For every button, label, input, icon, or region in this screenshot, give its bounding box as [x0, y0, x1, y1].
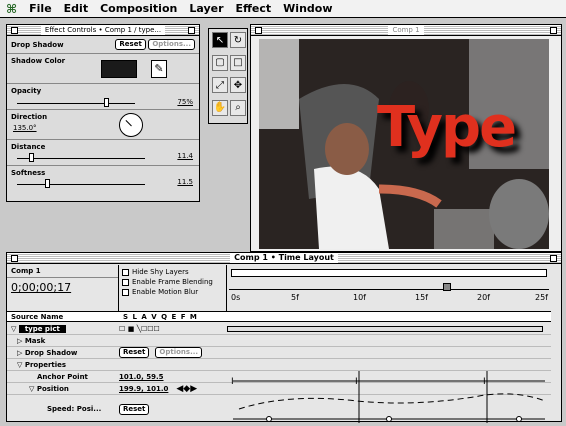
- comp-close-box-icon[interactable]: [255, 27, 262, 34]
- type-layer-text[interactable]: Type: [377, 95, 517, 160]
- keyframe-graph[interactable]: I I I: [229, 371, 551, 423]
- comp-label: Comp 1: [7, 265, 118, 278]
- drop-shadow-reset-button[interactable]: Reset: [119, 347, 150, 358]
- selection-tool-icon[interactable]: ↖: [212, 32, 228, 48]
- zoom-box-icon[interactable]: [188, 27, 195, 34]
- distance-value[interactable]: 11.4: [177, 152, 193, 160]
- drop-shadow-row[interactable]: ▷ Drop Shadow Reset Options...: [7, 347, 551, 359]
- work-area-bar[interactable]: [231, 269, 547, 277]
- direction-dial-hand: [125, 119, 132, 127]
- time-layout-window: Comp 1 • Time Layout Comp 1 0;00;00;17 H…: [6, 252, 562, 423]
- softness-label: Softness: [11, 169, 46, 177]
- menu-composition[interactable]: Composition: [100, 2, 177, 15]
- effect-controls-title: Effect Controls • Comp 1 / type...: [40, 25, 166, 35]
- anchor-point-label: Anchor Point: [37, 372, 88, 381]
- mask-row[interactable]: ▷ Mask: [7, 335, 551, 347]
- drop-shadow-options-button[interactable]: Options...: [155, 347, 203, 358]
- distance-slider-track[interactable]: [17, 158, 145, 159]
- anchor-point-value[interactable]: 101.0, 59.5: [119, 373, 164, 381]
- distance-label: Distance: [11, 143, 46, 151]
- rotate-tool-icon[interactable]: ↻: [230, 32, 246, 48]
- zoom-tool-icon[interactable]: ⌕: [230, 99, 246, 116]
- ruler-label-10f: 10f: [353, 293, 366, 302]
- softness-value[interactable]: 11.5: [177, 178, 193, 186]
- time-ruler[interactable]: 0s 5f 10f 15f 20f 25f: [229, 267, 551, 311]
- frame-blending-label: Enable Frame Blending: [132, 278, 213, 286]
- opacity-value[interactable]: 75%: [177, 98, 193, 106]
- timeline-close-box-icon[interactable]: [11, 255, 18, 262]
- reset-button[interactable]: Reset: [115, 39, 146, 50]
- ruler-label-20f: 20f: [477, 293, 490, 302]
- pen-tool-icon[interactable]: ⤢: [212, 77, 228, 93]
- hide-shy-checkbox[interactable]: [122, 268, 129, 276]
- properties-label: Properties: [24, 360, 67, 369]
- comp-zoom-box-icon[interactable]: [550, 27, 557, 34]
- menu-bar: ⌘ File Edit Composition Layer Effect Win…: [0, 0, 566, 18]
- distance-slider-knob[interactable]: [29, 153, 34, 162]
- softness-slider-knob[interactable]: [45, 179, 50, 188]
- switches-header: S L A V Q E F M: [123, 312, 198, 321]
- speed-label: Speed: Posi...: [47, 405, 102, 413]
- layer-row[interactable]: ▽ type pict ☐ ■ ╲☐☐☐: [7, 323, 551, 335]
- effect-name: Drop Shadow: [11, 40, 64, 49]
- keyframe-nav-icon[interactable]: ◀◆▶: [176, 384, 197, 394]
- oval-mask-tool-icon[interactable]: □: [230, 54, 246, 71]
- rectangle-mask-tool-icon[interactable]: ▢: [212, 54, 228, 71]
- menu-window[interactable]: Window: [283, 2, 332, 15]
- keyframe-marker: I: [483, 377, 486, 387]
- close-box-icon[interactable]: [11, 27, 18, 34]
- direction-value[interactable]: 135.0°: [13, 124, 37, 132]
- shadow-color-label: Shadow Color: [11, 57, 66, 65]
- menu-layer[interactable]: Layer: [189, 2, 223, 15]
- time-layout-title: Comp 1 • Time Layout: [230, 253, 338, 263]
- layer-name[interactable]: type pict: [18, 324, 66, 333]
- comp-titlebar[interactable]: Comp 1: [251, 25, 561, 36]
- position-label: Position: [36, 384, 69, 393]
- comp-viewer[interactable]: Type: [259, 39, 549, 249]
- ruler-label-5f: 5f: [291, 293, 299, 302]
- opacity-label: Opacity: [11, 87, 42, 95]
- direction-dial[interactable]: [119, 113, 143, 137]
- ruler-label-15f: 15f: [415, 293, 428, 302]
- mask-label: Mask: [24, 336, 46, 345]
- comp-title: Comp 1: [388, 25, 424, 35]
- ruler-label-0: 0s: [231, 293, 241, 302]
- comp-window: Comp 1 Type: [250, 24, 562, 252]
- effect-controls-titlebar[interactable]: Effect Controls • Comp 1 / type...: [7, 25, 199, 36]
- apple-menu-icon[interactable]: ⌘: [6, 2, 17, 16]
- drop-shadow-label: Drop Shadow: [24, 348, 78, 357]
- keyframe-marker: I: [355, 377, 358, 387]
- hide-shy-label: Hide Shy Layers: [132, 268, 189, 276]
- layer-duration-bar[interactable]: [227, 325, 543, 332]
- source-name-header: Source Name: [11, 312, 64, 321]
- pan-behind-tool-icon[interactable]: ✥: [230, 77, 246, 93]
- menu-effect[interactable]: Effect: [236, 2, 272, 15]
- options-button[interactable]: Options...: [148, 39, 195, 50]
- timeline-zoom-box-icon[interactable]: [550, 255, 557, 262]
- shadow-color-swatch[interactable]: [101, 60, 137, 78]
- time-layout-titlebar[interactable]: Comp 1 • Time Layout: [7, 253, 561, 264]
- menu-file[interactable]: File: [29, 2, 52, 15]
- menu-edit[interactable]: Edit: [64, 2, 88, 15]
- opacity-slider-knob[interactable]: [103, 98, 109, 107]
- motion-blur-label: Enable Motion Blur: [132, 288, 199, 296]
- position-value[interactable]: 199.9, 101.0: [119, 385, 168, 393]
- keyframe-marker: I: [231, 377, 234, 387]
- hand-tool-icon[interactable]: ✋: [212, 99, 228, 116]
- tool-palette: ↖ ↻ ▢ □ ⤢ ✥ ✋ ⌕: [208, 28, 248, 124]
- frame-blending-checkbox[interactable]: [122, 278, 129, 286]
- timecode-display[interactable]: 0;00;00;17: [7, 278, 118, 297]
- ruler-label-25f: 25f: [535, 293, 548, 302]
- softness-slider-track[interactable]: [17, 184, 145, 185]
- motion-blur-checkbox[interactable]: [122, 288, 129, 296]
- opacity-slider-track[interactable]: [17, 103, 135, 104]
- properties-row[interactable]: ▽ Properties: [7, 359, 551, 371]
- direction-label: Direction: [11, 113, 48, 121]
- speed-reset-button[interactable]: Reset: [119, 403, 150, 415]
- eyedropper-icon[interactable]: ✎: [151, 60, 167, 78]
- current-time-indicator[interactable]: [443, 283, 451, 291]
- effect-controls-window: Effect Controls • Comp 1 / type... Drop …: [6, 24, 200, 202]
